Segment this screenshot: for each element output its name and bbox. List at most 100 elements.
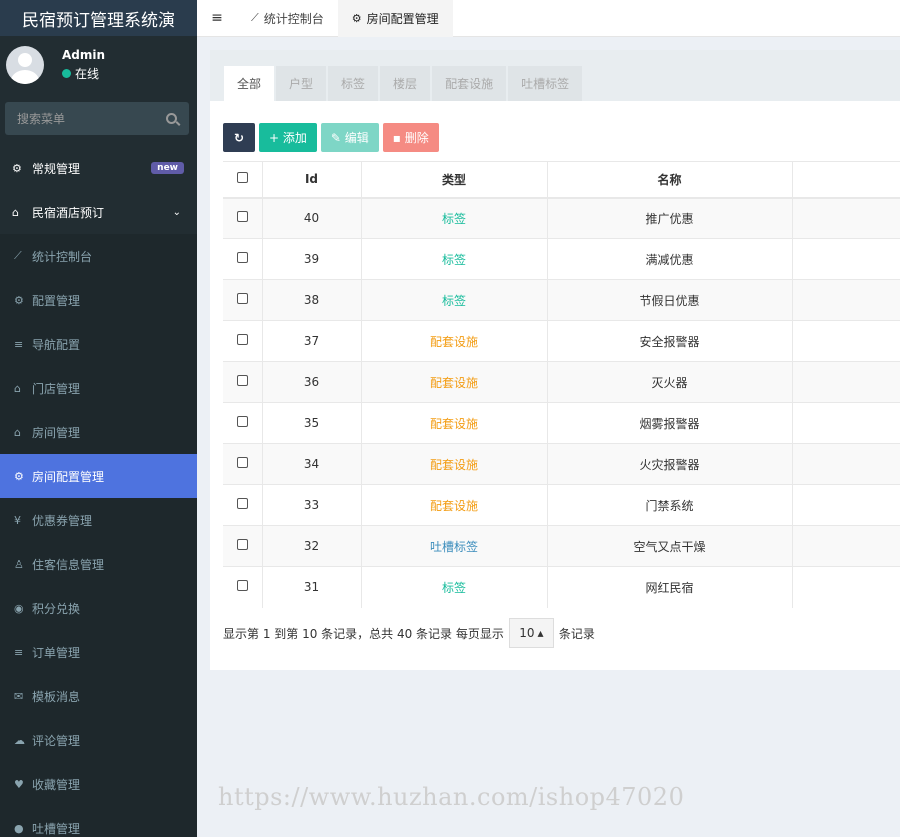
sidebar-item-dashboard[interactable]: ⟋ 统计控制台 <box>0 234 197 278</box>
sidebar-item-rooms[interactable]: ⌂ 房间管理 <box>0 410 197 454</box>
delete-button[interactable]: ▪ 删除 <box>382 123 439 152</box>
row-checkbox-cell <box>223 484 262 526</box>
sidebar-item-guests[interactable]: ♙ 住客信息管理 <box>0 542 197 586</box>
table-row[interactable]: 32 吐槽标签 空气又点干燥 <box>223 525 900 567</box>
table-header-row: Id 类型 名称 <box>223 161 900 199</box>
column-header-id[interactable]: Id <box>261 161 361 199</box>
online-dot-icon <box>62 69 71 78</box>
sidebar-item-favorites[interactable]: ♥ 收藏管理 <box>0 762 197 806</box>
tab-room-config[interactable]: ⚙ 房间配置管理 <box>337 0 453 37</box>
page-size-select[interactable]: 10 ▴ <box>508 618 554 648</box>
tab-label: 房间配置管理 <box>366 11 439 26</box>
sidebar-item-config[interactable]: ⚙ 配置管理 <box>0 278 197 322</box>
filter-tab-complaint-tag[interactable]: 吐槽标签 <box>508 66 583 101</box>
sidebar-item-complaints[interactable]: ● 吐槽管理 <box>0 806 197 837</box>
column-header-name[interactable]: 名称 <box>546 161 792 199</box>
pagination-info: 显示第 1 到第 10 条记录，总共 40 条记录 每页显示 10 ▴ 条记录 <box>223 618 595 648</box>
sidebar-item-coupons[interactable]: ¥ 优惠券管理 <box>0 498 197 542</box>
cell-id: 37 <box>261 320 361 362</box>
comments-icon: ☁ <box>14 733 25 747</box>
search-input[interactable]: 搜索菜单 <box>5 102 189 135</box>
row-checkbox-cell <box>223 238 262 280</box>
sidebar-group-general[interactable]: ⚙ 常规管理 new <box>0 146 197 190</box>
row-checkbox[interactable] <box>236 580 248 592</box>
cell-extra <box>791 238 900 280</box>
table-row[interactable]: 40 标签 推广优惠 <box>223 197 900 239</box>
sidebar-item-points[interactable]: ◉ 积分兑换 <box>0 586 197 630</box>
sidebar-item-comments[interactable]: ☁ 评论管理 <box>0 718 197 762</box>
row-checkbox-cell <box>223 443 262 485</box>
row-checkbox[interactable] <box>236 539 248 550</box>
filter-tab-floor[interactable]: 楼层 <box>380 66 431 101</box>
add-button[interactable]: + 添加 <box>259 123 317 152</box>
row-checkbox[interactable] <box>236 457 248 468</box>
row-checkbox[interactable] <box>236 375 248 386</box>
filter-tab-all[interactable]: 全部 <box>224 66 275 101</box>
sidebar-item-label: 导航配置 <box>32 337 81 352</box>
table-row[interactable]: 38 标签 节假日优惠 <box>223 279 900 321</box>
cogs-icon: ⚙ <box>12 161 22 175</box>
table-row[interactable]: 33 配套设施 门禁系统 <box>223 484 900 526</box>
new-badge: new <box>151 162 184 174</box>
cell-extra <box>791 525 900 567</box>
row-checkbox[interactable] <box>236 416 248 427</box>
menu-toggle-icon[interactable]: ≡ <box>197 10 237 26</box>
edit-button[interactable]: ✎ 编辑 <box>320 123 379 152</box>
caret-up-icon: ▴ <box>537 626 544 640</box>
row-checkbox[interactable] <box>236 334 248 345</box>
sidebar-item-room-config[interactable]: ⚙ 房间配置管理 <box>0 454 197 498</box>
row-checkbox-cell <box>223 361 262 403</box>
main-panel: 全部 户型 标签 楼层 配套设施 吐槽标签 ↻ + 添加 ✎ 编辑 ▪ 删除 I… <box>210 50 900 670</box>
cell-name: 节假日优惠 <box>546 279 792 321</box>
cell-name: 推广优惠 <box>546 197 792 239</box>
sidebar-item-stores[interactable]: ⌂ 门店管理 <box>0 366 197 410</box>
filter-tab-facilities[interactable]: 配套设施 <box>432 66 507 101</box>
sidebar-item-label: 优惠券管理 <box>32 513 93 528</box>
table-row[interactable]: 39 标签 满减优惠 <box>223 238 900 280</box>
sidebar: 民宿预订管理系统演 Admin 在线 搜索菜单 ⚙ 常规管理 new ⌂ 民宿酒… <box>0 0 197 837</box>
column-header-type[interactable]: 类型 <box>360 161 547 199</box>
page-size-value: 10 <box>519 626 535 640</box>
row-checkbox[interactable] <box>236 498 248 509</box>
tab-dashboard[interactable]: ⟋ 统计控制台 <box>237 0 338 37</box>
cell-extra <box>791 320 900 362</box>
row-checkbox[interactable] <box>236 293 248 304</box>
row-checkbox[interactable] <box>236 211 248 223</box>
table-row[interactable]: 31 标签 网红民宿 <box>223 566 900 608</box>
plus-icon: + <box>269 130 283 145</box>
cell-id: 34 <box>261 443 361 485</box>
cell-id: 32 <box>261 525 361 567</box>
table-row[interactable]: 36 配套设施 灭火器 <box>223 361 900 403</box>
cell-extra <box>791 443 900 485</box>
cell-name: 火灾报警器 <box>546 443 792 485</box>
cell-type: 配套设施 <box>360 320 547 362</box>
sidebar-item-nav-config[interactable]: ≡ 导航配置 <box>0 322 197 366</box>
filter-tab-room-type[interactable]: 户型 <box>276 66 327 101</box>
cell-name: 满减优惠 <box>546 238 792 280</box>
select-all-cell <box>223 161 262 199</box>
tab-label: 统计控制台 <box>263 11 324 26</box>
select-all-checkbox[interactable] <box>236 172 248 184</box>
row-checkbox[interactable] <box>236 252 248 263</box>
column-header-extra <box>791 161 900 199</box>
search-icon[interactable] <box>166 113 177 124</box>
comment-icon: ● <box>14 821 24 835</box>
sidebar-item-orders[interactable]: ≡ 订单管理 <box>0 630 197 674</box>
sidebar-submenu: ⟋ 统计控制台 ⚙ 配置管理 ≡ 导航配置 ⌂ 门店管理 ⌂ 房间管理 ⚙ 房间配置管理 ¥… <box>0 234 197 837</box>
avatar[interactable] <box>6 46 44 84</box>
table-row[interactable]: 37 配套设施 安全报警器 <box>223 320 900 362</box>
filter-tab-tag[interactable]: 标签 <box>328 66 379 101</box>
sidebar-item-templates[interactable]: ✉ 模板消息 <box>0 674 197 718</box>
sidebar-group-hotel[interactable]: ⌂ 民宿酒店预订 ⌄ <box>0 190 197 234</box>
cell-type: 配套设施 <box>360 402 547 444</box>
table-row[interactable]: 35 配套设施 烟雾报警器 <box>223 402 900 444</box>
cell-name: 安全报警器 <box>546 320 792 362</box>
data-table: Id 类型 名称 40 标签 推广优惠 39 标签 满减优惠 38 标签 节假日优惠 37 配套设施… <box>223 161 900 608</box>
refresh-button[interactable]: ↻ <box>223 123 255 152</box>
cell-id: 31 <box>261 566 361 608</box>
sidebar-item-label: 积分兑换 <box>32 601 81 616</box>
pagination-suffix: 条记录 <box>558 626 595 641</box>
sidebar-group-label: 民宿酒店预订 <box>32 205 105 220</box>
refresh-icon: ↻ <box>233 130 245 145</box>
table-row[interactable]: 34 配套设施 火灾报警器 <box>223 443 900 485</box>
